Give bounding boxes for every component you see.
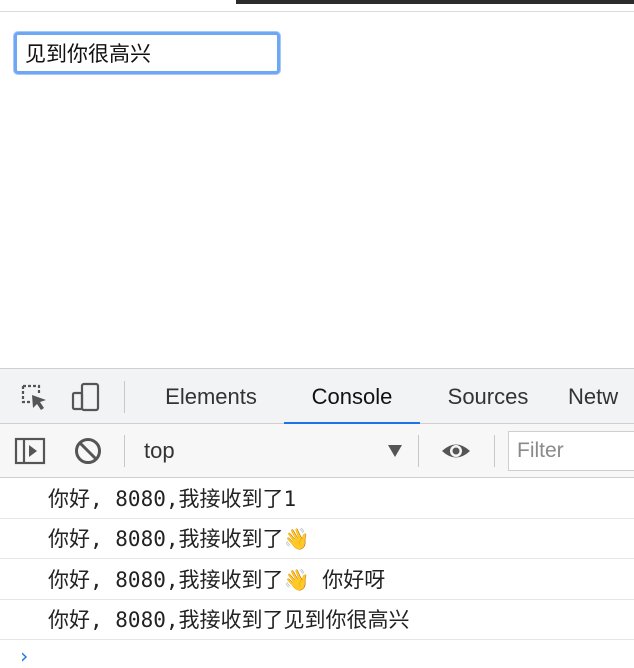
device-toolbar-icon[interactable] <box>70 381 102 413</box>
context-label: top <box>144 438 175 463</box>
tabbar-divider <box>124 381 125 413</box>
chevron-down-icon <box>388 445 402 457</box>
devtools-panel: Elements Console Sources Netw top Filter… <box>0 368 634 668</box>
tab-elements[interactable]: Elements <box>150 369 272 424</box>
console-log: 你好, 8080,我接收到了1 你好, 8080,我接收到了👋 你好, 8080… <box>0 478 634 668</box>
tab-console[interactable]: Console <box>284 369 420 425</box>
log-message: 你好, 8080,我接收到了1 <box>0 478 634 519</box>
log-message: 你好, 8080,我接收到了👋 <box>0 519 634 559</box>
tab-sources[interactable]: Sources <box>432 369 544 424</box>
console-prompt-icon[interactable]: › <box>18 644 30 668</box>
clear-console-icon[interactable] <box>72 435 104 467</box>
log-message: 你好, 8080,我接收到了👋 你好呀 <box>0 559 634 600</box>
browser-top-strip <box>0 0 634 12</box>
toolbar-divider <box>494 435 495 467</box>
message-input[interactable] <box>14 32 280 74</box>
log-message: 你好, 8080,我接收到了见到你很高兴 <box>0 600 634 640</box>
inspect-element-icon[interactable] <box>18 381 50 413</box>
browser-toolbar-edge <box>236 0 634 4</box>
show-sidebar-icon[interactable] <box>14 435 46 467</box>
console-toolbar: top <box>0 424 634 478</box>
tab-network[interactable]: Netw <box>568 369 634 424</box>
context-selector[interactable]: top <box>136 432 408 470</box>
devtools-tabbar: Elements Console Sources Netw <box>0 369 634 425</box>
live-expression-eye-icon[interactable] <box>440 435 472 467</box>
toolbar-divider <box>418 435 419 467</box>
toolbar-divider <box>124 435 125 467</box>
console-filter-input[interactable] <box>508 431 634 471</box>
page-viewport <box>0 12 634 368</box>
